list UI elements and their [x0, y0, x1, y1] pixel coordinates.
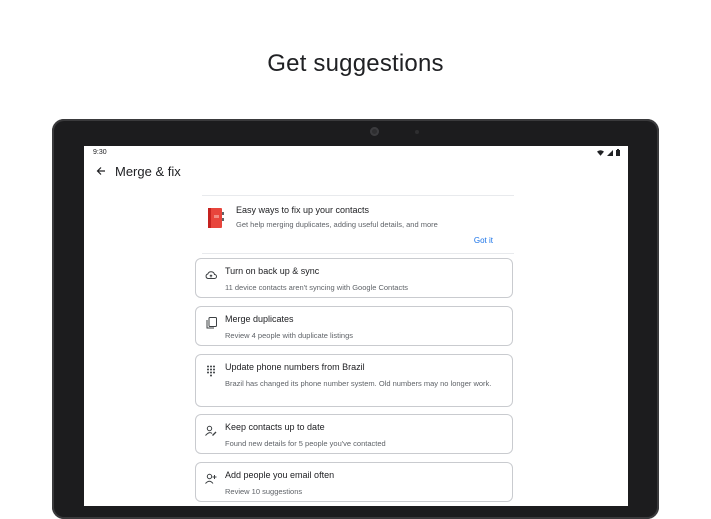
device-screen: 9:30 Merge & fix Easy ways to fix up you… [84, 146, 628, 506]
info-card-subtitle: Get help merging duplicates, adding usef… [236, 220, 438, 229]
suggestion-card-update-phone-numbers[interactable]: Update phone numbers from Brazil Brazil … [195, 354, 513, 407]
suggestion-card-merge-duplicates[interactable]: Merge duplicates Review 4 people with du… [195, 306, 513, 346]
info-card-title: Easy ways to fix up your contacts [236, 205, 370, 215]
suggestion-subtitle: Found new details for 5 people you've co… [225, 439, 386, 448]
person-add-icon [205, 473, 217, 485]
cloud-sync-icon [205, 269, 217, 281]
arrow-back-icon [96, 167, 105, 175]
suggestion-title: Turn on back up & sync [225, 266, 320, 276]
camera-icon [370, 127, 379, 136]
status-icons [597, 149, 620, 156]
info-card: Easy ways to fix up your contacts Get he… [202, 195, 514, 254]
suggestion-title: Merge duplicates [225, 314, 294, 324]
suggestion-card-backup-sync[interactable]: Turn on back up & sync 11 device contact… [195, 258, 513, 298]
sensor-icon [415, 130, 419, 134]
status-time: 9:30 [93, 149, 107, 156]
wifi-icon [597, 149, 604, 156]
suggestion-subtitle: Brazil has changed its phone number syst… [225, 379, 492, 388]
got-it-button[interactable]: Got it [474, 236, 493, 245]
battery-icon [616, 149, 620, 156]
suggestion-card-add-people[interactable]: Add people you email often Review 10 sug… [195, 462, 513, 502]
signal-icon [607, 149, 613, 156]
suggestion-subtitle: Review 4 people with duplicate listings [225, 331, 353, 340]
suggestion-title: Keep contacts up to date [225, 422, 325, 432]
app-bar: Merge & fix [84, 160, 628, 184]
promo-title: Get suggestions [267, 50, 444, 77]
suggestion-subtitle: 11 device contacts aren't syncing with G… [225, 283, 409, 292]
merge-duplicates-icon [205, 317, 217, 329]
status-bar: 9:30 [84, 146, 628, 160]
back-button[interactable] [94, 164, 108, 178]
suggestion-card-keep-up-to-date[interactable]: Keep contacts up to date Found new detai… [195, 414, 513, 454]
page-title: Merge & fix [115, 164, 181, 179]
person-edit-icon [205, 425, 217, 437]
dialpad-icon [205, 365, 217, 377]
suggestion-title: Update phone numbers from Brazil [225, 362, 365, 372]
contacts-book-icon [208, 208, 224, 228]
suggestion-title: Add people you email often [225, 470, 335, 480]
suggestion-subtitle: Review 10 suggestions [225, 487, 303, 496]
